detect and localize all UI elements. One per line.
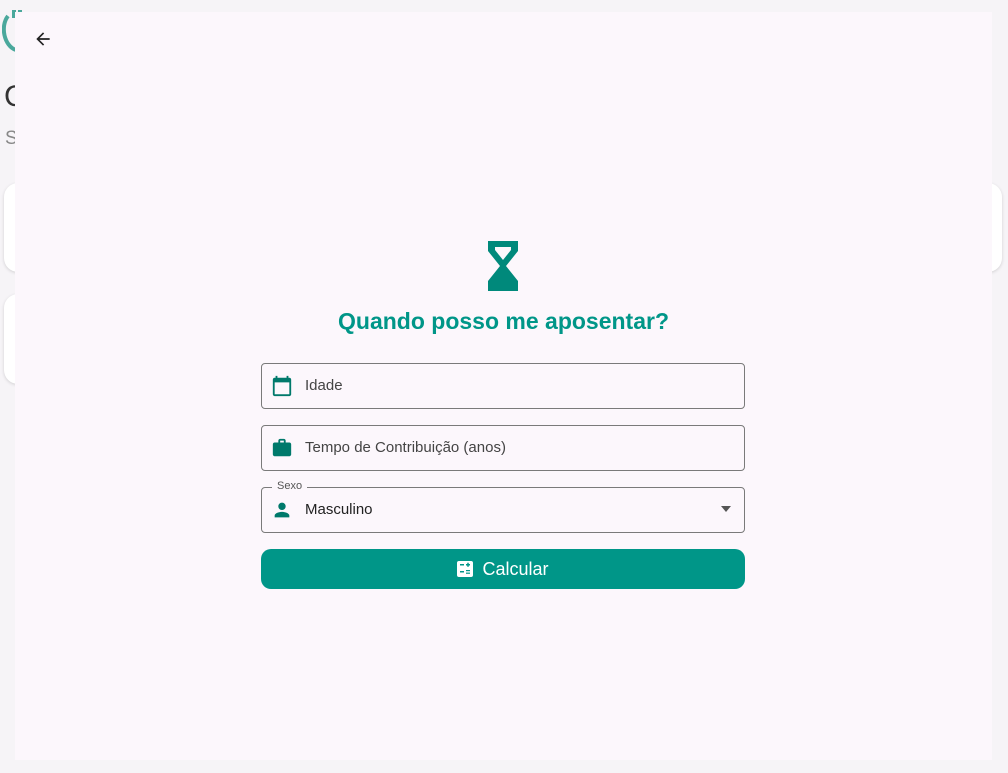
dropdown-arrow-icon[interactable] xyxy=(721,506,731,512)
dialog-heading: Quando posso me aposentar? xyxy=(338,308,669,334)
arrow-back-icon xyxy=(36,32,50,46)
calculate-label: Calcular xyxy=(482,558,549,579)
idade-field[interactable]: Idade xyxy=(261,363,745,409)
briefcase-icon xyxy=(272,438,292,457)
tempo-placeholder: Tempo de Contribuição (anos) xyxy=(305,439,506,456)
sexo-select[interactable]: Sexo Masculino xyxy=(261,480,745,533)
person-icon xyxy=(274,502,290,518)
calculate-button[interactable]: Calcular xyxy=(261,549,745,589)
tempo-contribuicao-field[interactable]: Tempo de Contribuição (anos) xyxy=(261,425,745,471)
hourglass-icon xyxy=(488,241,518,291)
idade-placeholder: Idade xyxy=(305,377,343,394)
sexo-label: Sexo xyxy=(272,480,308,492)
back-button[interactable] xyxy=(30,26,56,52)
calendar-icon xyxy=(272,375,292,397)
retirement-dialog: Quando posso me aposentar? Idade Tempo d… xyxy=(15,12,992,760)
sexo-value: Masculino xyxy=(305,501,373,518)
calculator-icon xyxy=(457,561,474,577)
